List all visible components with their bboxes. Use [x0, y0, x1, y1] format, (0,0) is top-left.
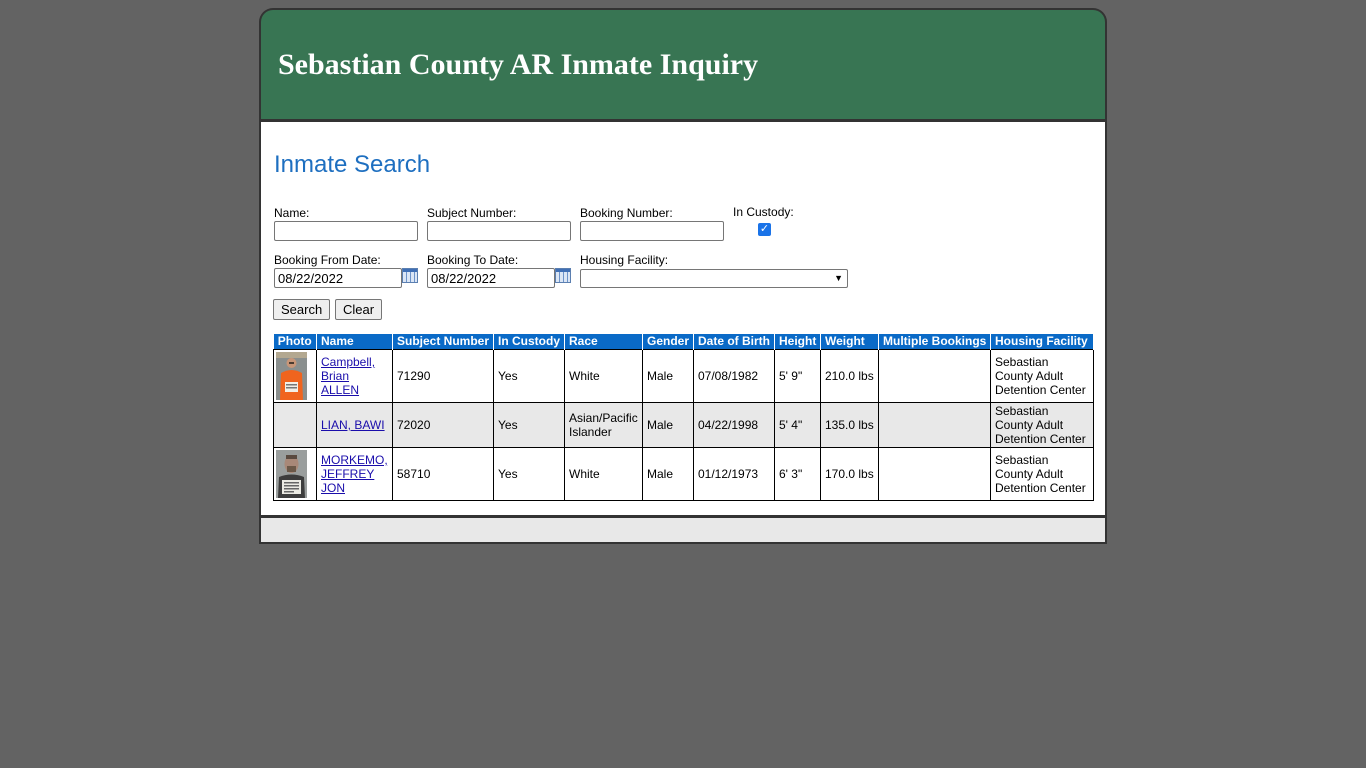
to-date-calendar-icon[interactable] [555, 268, 571, 283]
col-subject-number: Subject Number [392, 334, 494, 350]
custody-cell: Yes [493, 349, 565, 403]
race-cell: Asian/Pacific Islander [564, 402, 643, 448]
subject-number-label: Subject Number: [427, 206, 517, 220]
multiple-bookings-cell [878, 402, 991, 448]
facility-cell: Sebastian County Adult Detention Center [990, 402, 1094, 448]
gender-cell: Male [642, 402, 694, 448]
col-name: Name [316, 334, 393, 350]
inmate-name-link[interactable]: LIAN, BAWI [321, 418, 385, 432]
booking-number-field-group: Booking Number: [580, 206, 724, 241]
photo-cell [273, 349, 317, 403]
subject-cell: 58710 [392, 447, 494, 501]
housing-facility-label: Housing Facility: [580, 253, 669, 267]
site-header: Sebastian County AR Inmate Inquiry [259, 8, 1107, 122]
subject-number-field-group: Subject Number: [427, 206, 571, 241]
dob-cell: 01/12/1973 [693, 447, 775, 501]
inmate-name-link[interactable]: Campbell, Brian ALLEN [321, 355, 375, 397]
inmate-photo[interactable] [276, 352, 307, 400]
site-title: Sebastian County AR Inmate Inquiry [278, 48, 759, 81]
photo-cell [273, 402, 317, 448]
col-dob: Date of Birth [693, 334, 775, 350]
from-date-field-group: Booking From Date: [274, 253, 402, 288]
height-cell: 5' 9" [774, 349, 821, 403]
subject-number-input[interactable] [427, 221, 571, 241]
site-footer [259, 515, 1107, 544]
name-cell: LIAN, BAWI [316, 402, 393, 448]
subject-cell: 71290 [392, 349, 494, 403]
multiple-bookings-cell [878, 349, 991, 403]
clear-button[interactable]: Clear [335, 299, 383, 320]
dob-cell: 04/22/1998 [693, 402, 775, 448]
height-cell: 6' 3" [774, 447, 821, 501]
name-cell: MORKEMO, JEFFREY JON [316, 447, 393, 501]
table-row: LIAN, BAWI 72020 Yes Asian/Pacific Islan… [273, 402, 1094, 448]
photo-cell [273, 447, 317, 501]
weight-cell: 135.0 lbs [820, 402, 879, 448]
custody-cell: Yes [493, 447, 565, 501]
col-in-custody: In Custody [493, 334, 565, 350]
from-date-input[interactable] [274, 268, 402, 288]
name-label: Name: [274, 206, 310, 220]
table-header-row: Photo Name Subject Number In Custody Rac… [273, 334, 1094, 350]
chevron-down-icon: ▼ [834, 273, 843, 283]
name-input[interactable] [274, 221, 418, 241]
race-cell: White [564, 349, 643, 403]
housing-facility-field-group: Housing Facility: [580, 253, 668, 267]
booking-number-label: Booking Number: [580, 206, 673, 220]
results-table: Photo Name Subject Number In Custody Rac… [273, 334, 1094, 501]
col-gender: Gender [642, 334, 694, 350]
to-date-input[interactable] [427, 268, 555, 288]
col-housing-facility: Housing Facility [990, 334, 1094, 350]
custody-cell: Yes [493, 402, 565, 448]
booking-number-input[interactable] [580, 221, 724, 241]
to-date-label: Booking To Date: [427, 253, 519, 267]
from-date-label: Booking From Date: [274, 253, 381, 267]
col-multiple-bookings: Multiple Bookings [878, 334, 991, 350]
page-frame: Sebastian County AR Inmate Inquiry Inmat… [259, 8, 1107, 544]
in-custody-label: In Custody: [733, 205, 794, 219]
housing-facility-select[interactable]: ▼ [580, 269, 848, 288]
table-row: MORKEMO, JEFFREY JON 58710 Yes White Mal… [273, 447, 1094, 501]
inmate-photo[interactable] [276, 450, 307, 498]
weight-cell: 210.0 lbs [820, 349, 879, 403]
facility-cell: Sebastian County Adult Detention Center [990, 349, 1094, 403]
weight-cell: 170.0 lbs [820, 447, 879, 501]
name-cell: Campbell, Brian ALLEN [316, 349, 393, 403]
dob-cell: 07/08/1982 [693, 349, 775, 403]
multiple-bookings-cell [878, 447, 991, 501]
from-date-calendar-icon[interactable] [402, 268, 418, 283]
race-cell: White [564, 447, 643, 501]
to-date-field-group: Booking To Date: [427, 253, 555, 288]
gender-cell: Male [642, 349, 694, 403]
col-weight: Weight [820, 334, 879, 350]
col-height: Height [774, 334, 821, 350]
gender-cell: Male [642, 447, 694, 501]
in-custody-checkbox[interactable]: ✓ [758, 223, 771, 236]
col-photo: Photo [273, 334, 317, 350]
facility-cell: Sebastian County Adult Detention Center [990, 447, 1094, 501]
page-title: Inmate Search [274, 151, 431, 178]
col-race: Race [564, 334, 643, 350]
height-cell: 5' 4" [774, 402, 821, 448]
search-button[interactable]: Search [273, 299, 331, 320]
name-field-group: Name: [274, 206, 418, 241]
in-custody-field-group: In Custody: [733, 205, 794, 219]
inmate-name-link[interactable]: MORKEMO, JEFFREY JON [321, 453, 388, 495]
main-panel: Inmate Search Name: Subject Number: Book… [259, 122, 1107, 515]
table-row: Campbell, Brian ALLEN 71290 Yes White Ma… [273, 349, 1094, 403]
subject-cell: 72020 [392, 402, 494, 448]
